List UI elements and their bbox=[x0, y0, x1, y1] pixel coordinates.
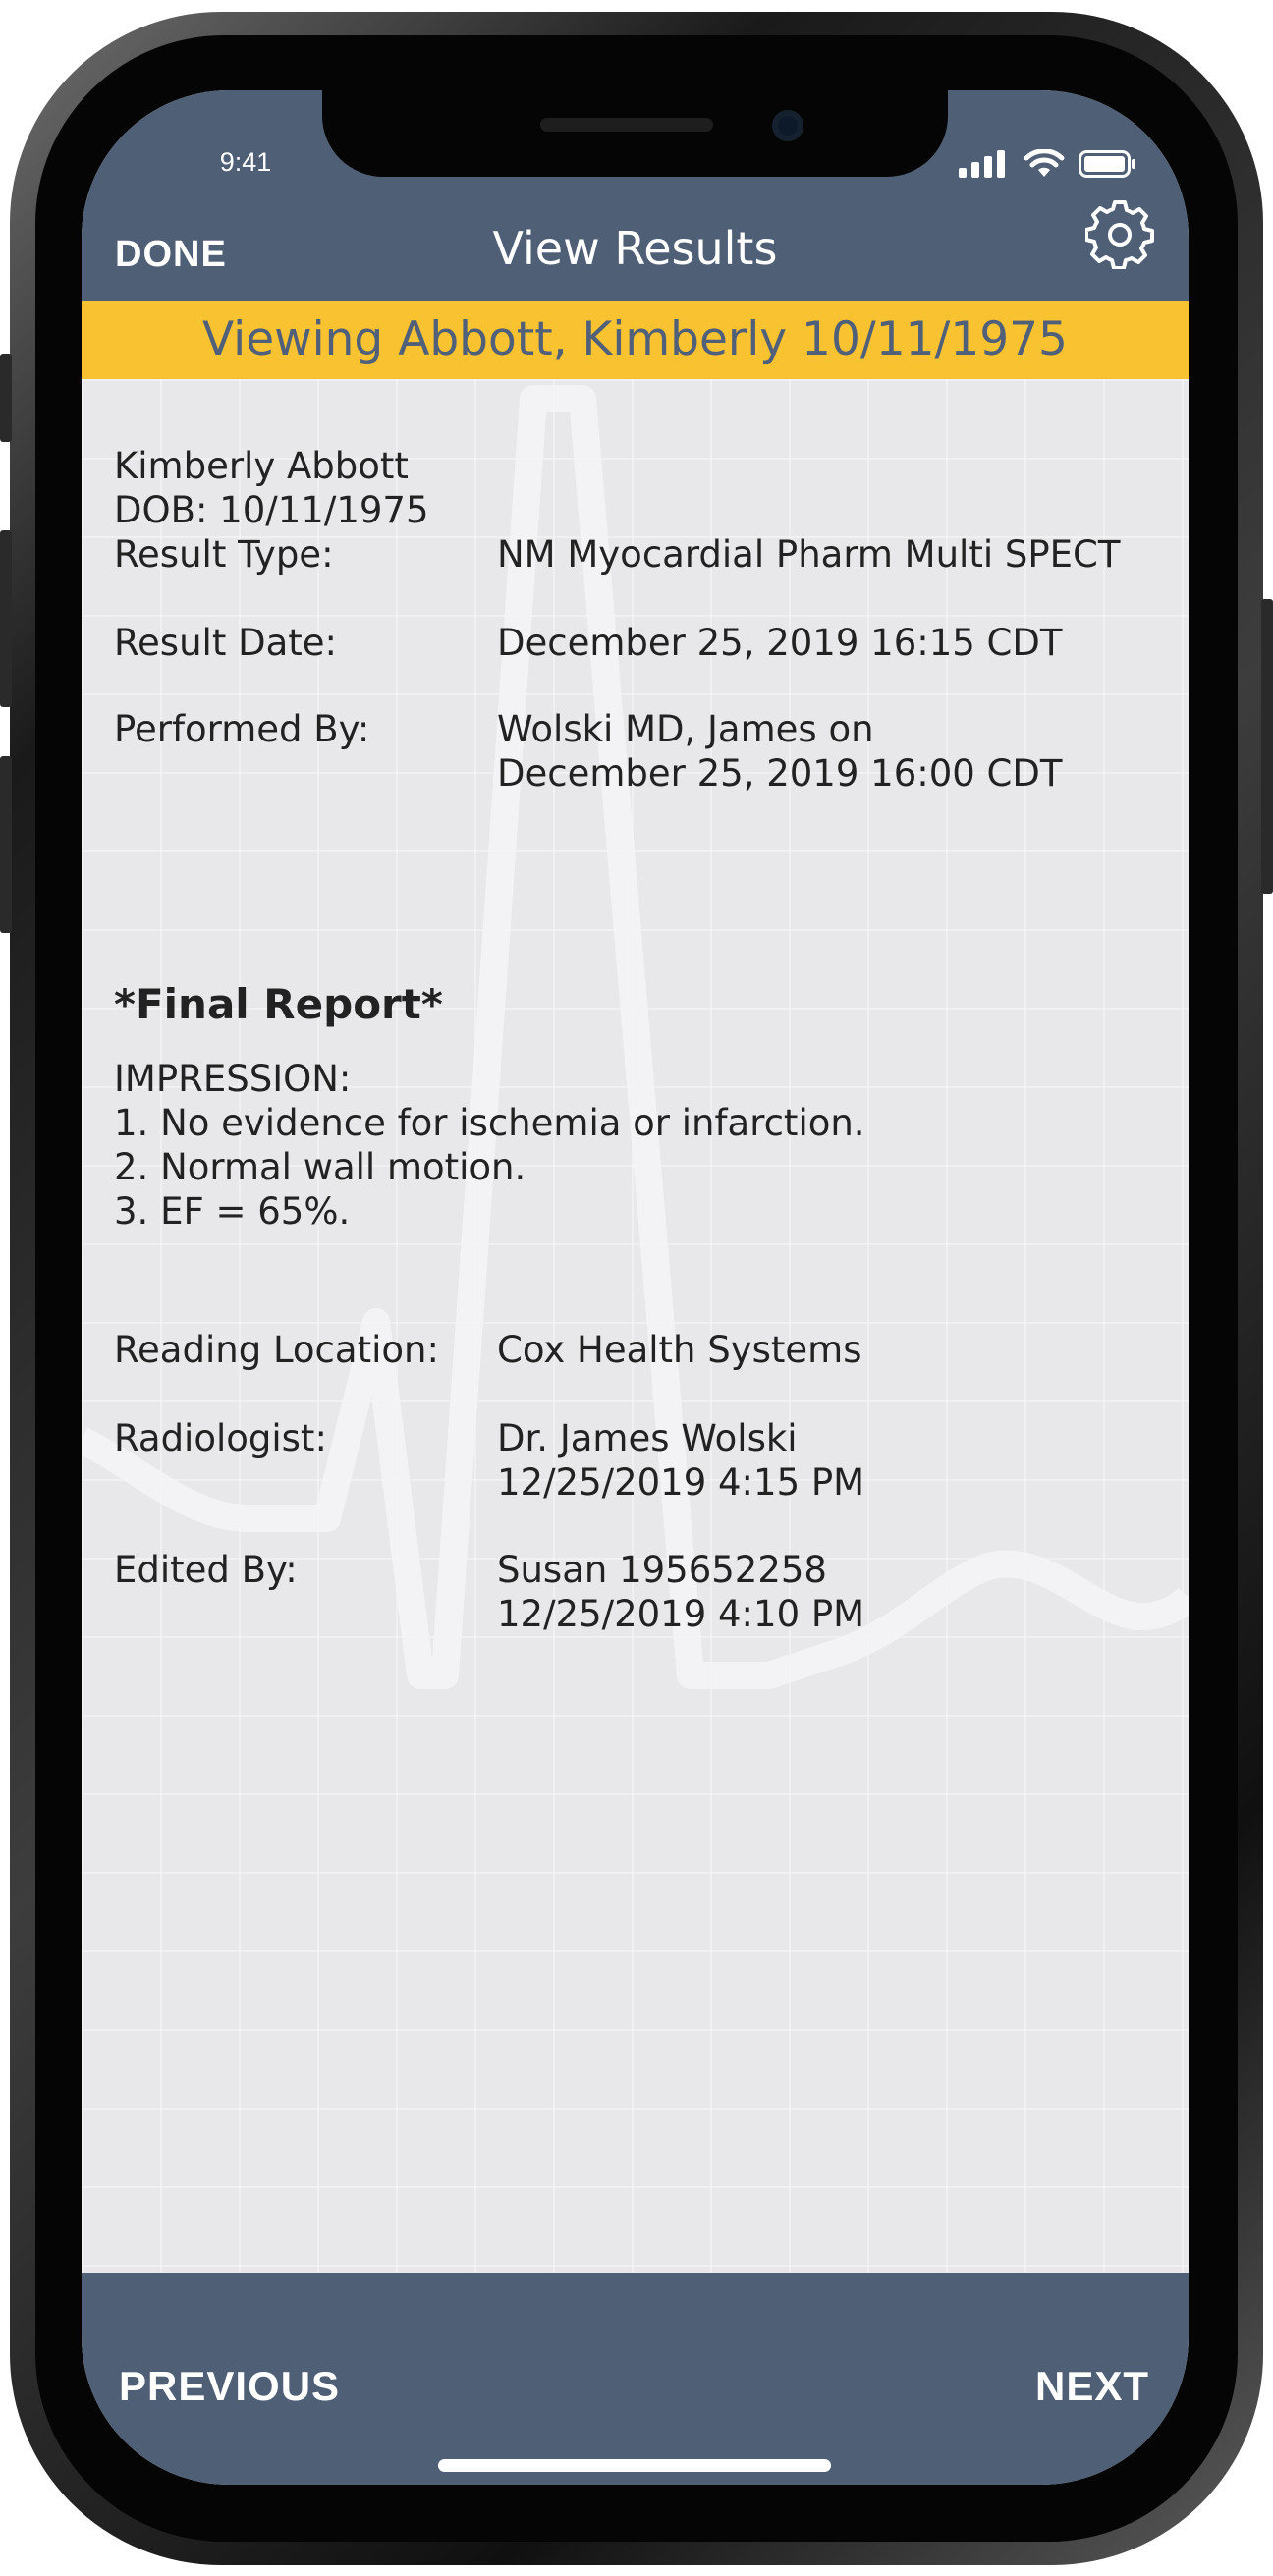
detail-label: Result Date: bbox=[114, 622, 337, 664]
nav-header: 9:41 DONE View Results bbox=[82, 90, 1189, 301]
detail-value-line: Dr. James Wolski bbox=[497, 1417, 798, 1459]
gear-icon[interactable] bbox=[1085, 200, 1154, 269]
detail-value: NM Myocardial Pharm Multi SPECT bbox=[497, 533, 1121, 575]
detail-value: Dr. James Wolski 12/25/2019 4:15 PM bbox=[497, 1416, 1175, 1505]
report-line: 1. No evidence for ischemia or infarctio… bbox=[114, 1102, 865, 1144]
volume-down-button bbox=[0, 756, 12, 933]
detail-label: Edited By: bbox=[114, 1549, 298, 1591]
report-line: IMPRESSION: bbox=[114, 1058, 352, 1100]
power-button bbox=[1261, 599, 1273, 894]
battery-icon bbox=[1079, 150, 1135, 178]
patient-info: Kimberly Abbott DOB: 10/11/1975 bbox=[114, 444, 1165, 532]
detail-label: Reading Location: bbox=[114, 1329, 439, 1371]
page-title: View Results bbox=[492, 222, 778, 275]
volume-up-button bbox=[0, 530, 12, 707]
detail-value: Wolski MD, James on December 25, 2019 16… bbox=[497, 707, 1175, 795]
home-indicator[interactable] bbox=[438, 2459, 831, 2472]
report-title: *Final Report* bbox=[114, 980, 443, 1028]
detail-value-line: Wolski MD, James on bbox=[497, 708, 874, 750]
mute-switch bbox=[0, 354, 12, 442]
report-line: 2. Normal wall motion. bbox=[114, 1146, 526, 1188]
report-line: 3. EF = 65%. bbox=[114, 1190, 351, 1233]
report-impression: IMPRESSION: 1. No evidence for ischemia … bbox=[114, 1057, 1165, 1233]
device-notch bbox=[322, 90, 948, 177]
previous-button[interactable]: PREVIOUS bbox=[119, 2363, 340, 2410]
detail-label: Performed By: bbox=[114, 708, 370, 750]
phone-screen: 9:41 DONE View Results Viewing Abbott, K… bbox=[82, 90, 1189, 2485]
detail-value-line: Susan 195652258 bbox=[497, 1549, 827, 1591]
detail-label: Result Type: bbox=[114, 533, 334, 575]
front-camera bbox=[772, 110, 803, 141]
patient-banner: Viewing Abbott, Kimberly 10/11/1975 bbox=[82, 301, 1189, 379]
bottom-nav: PREVIOUS NEXT bbox=[82, 2273, 1189, 2485]
next-button[interactable]: NEXT bbox=[1035, 2363, 1149, 2410]
status-icons bbox=[959, 149, 1137, 179]
detail-value-line: 12/25/2019 4:15 PM bbox=[497, 1461, 865, 1504]
patient-name: Kimberly Abbott bbox=[114, 445, 409, 487]
detail-value: Susan 195652258 12/25/2019 4:10 PM bbox=[497, 1548, 1175, 1636]
cellular-signal-icon bbox=[959, 150, 1005, 178]
detail-value: Cox Health Systems bbox=[497, 1329, 862, 1371]
detail-value-line: December 25, 2019 16:00 CDT bbox=[497, 752, 1063, 795]
wifi-icon bbox=[1024, 149, 1065, 177]
patient-dob: DOB: 10/11/1975 bbox=[114, 489, 429, 531]
detail-label: Radiologist: bbox=[114, 1417, 327, 1459]
detail-value: December 25, 2019 16:15 CDT bbox=[497, 622, 1063, 664]
status-time: 9:41 bbox=[219, 147, 272, 177]
speaker-grille bbox=[540, 118, 713, 132]
detail-value-line: 12/25/2019 4:10 PM bbox=[497, 1593, 865, 1635]
